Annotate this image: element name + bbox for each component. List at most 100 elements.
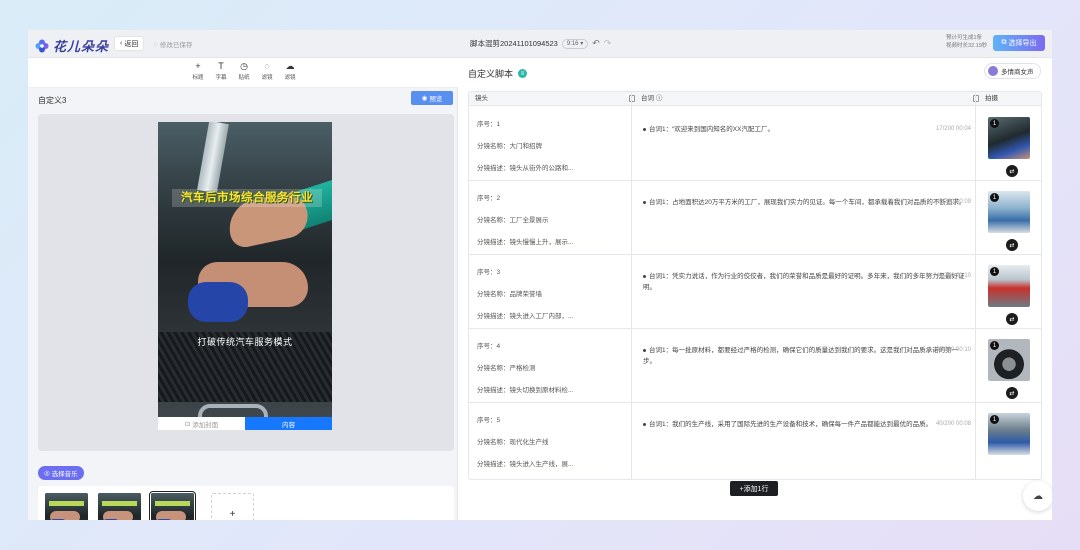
shot-cell[interactable]: 序号：4 分镜名称：严格检测 分镜描述：镜头切换到原材料检...	[477, 329, 627, 403]
shot-desc: 分镜描述：镜头从街外的公路和...	[477, 165, 574, 172]
line-duration: 00:04	[955, 126, 971, 132]
table-row[interactable]: 序号：5 分镜名称：现代化生产线 分镜描述：镜头进入生产线，展... 台词1：我…	[469, 403, 1041, 477]
line-duration: 00:09	[955, 199, 971, 205]
line-meta: 40/200 00:08	[936, 419, 971, 430]
avatar	[988, 66, 998, 76]
export-icon: ⧉	[1001, 39, 1007, 46]
chat-icon: ◌	[264, 61, 270, 71]
video-sub-caption[interactable]: 打破传统汽车服务模式	[158, 335, 332, 348]
shot-name: 分镜名称：大门和招牌	[477, 143, 542, 150]
table-row[interactable]: 序号：2 分镜名称：工厂全景展示 分镜描述：镜头慢慢上升，展示... 台词1：占…	[469, 181, 1041, 255]
shot-cell[interactable]: 序号：5 分镜名称：现代化生产线 分镜描述：镜头进入生产线，展...	[477, 403, 627, 477]
music-icon: ◎	[44, 470, 50, 477]
info-icon: ⓘ	[655, 95, 663, 102]
media-switch-icon[interactable]: ⇄	[1006, 313, 1018, 325]
shot-seq: 序号：2	[477, 195, 501, 202]
line-cell[interactable]: 台词1：我们的生产线，采用了国际先进的生产设备和技术，确保每一件产品都能达到最优…	[643, 419, 971, 430]
column-header-line: 台词 ⓘ	[635, 92, 662, 106]
bullet-icon	[643, 348, 646, 352]
line-text: 台词1：凭实力说话，作为行业的佼佼者，我们的荣誉和品质是最好的证明。多年来，我们…	[643, 273, 965, 291]
shot-cell[interactable]: 序号：2 分镜名称：工厂全景展示 分镜描述：镜头慢慢上升，展示...	[477, 181, 627, 255]
text-icon: T	[218, 61, 224, 71]
export-label: 选择导出	[1008, 40, 1037, 47]
voice-select-button[interactable]: 多情商女声	[984, 63, 1041, 79]
video-title-caption[interactable]: 汽车后市场综合服务行业	[172, 189, 322, 207]
tab-content[interactable]: 内容	[245, 417, 332, 430]
redo-icon[interactable]: ↷	[604, 38, 612, 49]
cloud-upload-icon: ☁	[1033, 490, 1043, 502]
tool-title[interactable]: + 标题	[188, 61, 208, 81]
media-thumbnail[interactable]: 1	[988, 339, 1030, 381]
column-header-shot: 镜头	[475, 95, 488, 102]
flower-logo-icon	[35, 39, 49, 52]
shot-name: 分镜名称：工厂全景展示	[477, 217, 549, 224]
preview-tabs: ⊡ 添加封面 内容	[158, 417, 332, 430]
quota-duration: 视频时长32.19秒	[946, 43, 988, 49]
video-preview[interactable]: 汽车后市场综合服务行业 打破传统汽车服务模式 ⊡ 添加封面 内容	[158, 122, 332, 430]
table-row[interactable]: 序号：3 分镜名称：品牌荣誉墙 分镜描述：镜头进入工厂内部，... 台词1：凭实…	[469, 255, 1041, 329]
add-row-button[interactable]: +添加1行	[730, 481, 778, 496]
preview-button[interactable]: ◉ 预览	[411, 91, 453, 105]
undo-icon[interactable]: ↶	[592, 38, 600, 49]
tab-add-cover[interactable]: ⊡ 添加封面	[158, 417, 245, 430]
line-cell[interactable]: 台词1：“欢迎来到国内知名的XX汽配工厂。 17/200 00:04	[643, 124, 971, 135]
tool-filter[interactable]: ◌ 滤镜	[257, 61, 277, 81]
media-thumbnail[interactable]: 1	[988, 117, 1030, 159]
chevron-left-icon: ‹	[120, 40, 123, 47]
clip-strip: +	[38, 486, 454, 520]
clip-thumbnail-selected[interactable]	[149, 491, 196, 520]
tool-subtitle[interactable]: T 字幕	[211, 61, 231, 81]
check-circle-icon: ◌	[154, 40, 158, 48]
line-cell[interactable]: 台词1：占地面积达20万平方米的工厂，展现我们实力的见证。每一个车间，都承载着我…	[643, 197, 971, 208]
clip-thumbnail[interactable]	[45, 493, 88, 520]
back-button[interactable]: ‹ 返回	[114, 36, 145, 51]
back-label: 返回	[124, 40, 139, 48]
bullet-icon	[643, 274, 646, 278]
clip-thumbnail[interactable]	[98, 493, 141, 520]
char-count: 46/200	[935, 347, 955, 353]
media-switch-icon[interactable]: ⇄	[1006, 165, 1018, 177]
media-switch-icon[interactable]: ⇄	[1006, 239, 1018, 251]
line-cell[interactable]: 台词1：凭实力说话，作为行业的佼佼者，我们的荣誉和品质是最好的证明。多年来，我们…	[643, 271, 971, 293]
media-thumbnail[interactable]: 1	[988, 191, 1030, 233]
line-text: 台词1：每一批原材料，都要经过严格的检测，确保它们的质量达到我们的要求。这是我们…	[643, 347, 959, 365]
table-row[interactable]: 序号：4 分镜名称：严格检测 分镜描述：镜头切换到原材料检... 台词1：每一批…	[469, 329, 1041, 403]
add-clip-button[interactable]: +	[211, 493, 254, 520]
ai-icon[interactable]: ≡	[518, 69, 528, 78]
select-music-button[interactable]: ◎ 选择音乐	[38, 466, 84, 480]
thumb-caption	[155, 501, 190, 506]
table-row[interactable]: 序号：1 分镜名称：大门和招牌 分镜描述：镜头从街外的公路和... 台词1：“欢…	[469, 107, 1041, 181]
media-thumbnail[interactable]: 1	[988, 413, 1030, 455]
line-cell[interactable]: 台词1：每一批原材料，都要经过严格的检测，确保它们的质量达到我们的要求。这是我们…	[643, 345, 971, 367]
shot-seq: 序号：5	[477, 417, 501, 424]
media-index-badge: 1	[990, 193, 999, 202]
save-status-text: 修改已保存	[159, 42, 193, 49]
tool-sticker[interactable]: ◷ 贴纸	[234, 61, 254, 81]
script-table: 镜头 台词 ⓘ 拍摄 序号：1 分镜名称：大门和招牌 分镜描述：镜头从街外的公路…	[468, 91, 1042, 480]
media-thumbnail[interactable]: 1	[988, 265, 1030, 307]
bullet-icon	[643, 200, 646, 204]
shot-seq: 序号：1	[477, 121, 501, 128]
script-title: 自定义脚本	[468, 69, 514, 79]
sticker-icon: ◷	[240, 61, 248, 71]
char-count: 45/200	[935, 199, 955, 205]
export-button[interactable]: ⧉ 选择导出	[993, 35, 1045, 51]
music-label: 选择音乐	[51, 471, 78, 478]
ratio-select[interactable]: 9:16 ▾	[561, 38, 589, 49]
cloud-upload-button[interactable]: ☁	[1023, 481, 1052, 511]
file-info: 脚本混剪20241101094523 9:16 ▾ ↶ ↷	[470, 38, 611, 49]
quota-count: 预计可生成1条	[946, 35, 983, 41]
tool-label: 滤镜	[284, 75, 296, 81]
line-meta: 45/200 00:09	[936, 197, 971, 208]
line-meta: 46/200 00:10	[936, 271, 971, 282]
quota-info: 预计可生成1条 视频时长32.19秒	[946, 34, 987, 50]
thumb-cloth	[102, 519, 120, 520]
shot-cell[interactable]: 序号：1 分镜名称：大门和招牌 分镜描述：镜头从街外的公路和...	[477, 107, 627, 181]
tool-effect[interactable]: ☁ 滤镜	[280, 61, 300, 81]
char-count: 46/200	[935, 273, 955, 279]
media-switch-icon[interactable]: ⇄	[1006, 387, 1018, 399]
tool-label: 字幕	[215, 75, 227, 81]
line-duration: 00:10	[955, 273, 971, 279]
tool-label: 滤镜	[261, 75, 273, 81]
shot-cell[interactable]: 序号：3 分镜名称：品牌荣誉墙 分镜描述：镜头进入工厂内部，...	[477, 255, 627, 329]
